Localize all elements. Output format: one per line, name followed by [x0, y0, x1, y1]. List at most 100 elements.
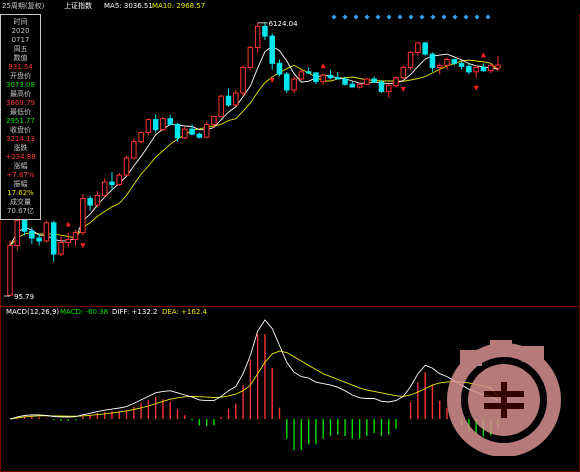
candle-body [458, 62, 465, 67]
year-value: 2020 [11, 27, 30, 35]
close-label: 收盘价 [10, 126, 31, 134]
candle-body [58, 241, 64, 255]
high-label: 最高价 [10, 90, 31, 98]
volume-value: 70.67亿 [6, 207, 35, 215]
candle-body [480, 66, 487, 72]
high-label: 6124.04 [269, 20, 298, 28]
change-pct-value: +7.87% [6, 171, 35, 179]
candle-body [14, 220, 21, 247]
change-label: 涨跌 [13, 144, 28, 152]
candle-body [327, 74, 334, 79]
value-value: 931.54 [8, 63, 33, 71]
low-label: 95.79 [14, 293, 34, 301]
candle-body [473, 66, 479, 73]
ma10-readout: MA10: 2968.57 [152, 2, 206, 10]
time-label: 时间 [13, 18, 28, 26]
candle-body [131, 141, 137, 159]
period-label[interactable]: 25周期(复权) [2, 2, 44, 11]
candle-body [72, 232, 79, 240]
signal-diamond-marker [397, 14, 403, 20]
signal-diamond-marker [364, 14, 370, 20]
candle-body [101, 181, 108, 196]
candle-body [211, 115, 217, 125]
candle-body [415, 42, 421, 53]
sell-signal-arrow [65, 221, 71, 227]
signal-diamond-marker [441, 14, 447, 20]
candle-body [262, 25, 268, 37]
candle-body [145, 119, 152, 133]
buy-signal-arrow [80, 243, 86, 249]
candle-body [385, 85, 392, 92]
candle-body [196, 133, 203, 138]
signal-diamond-marker [375, 14, 381, 20]
candle-body [218, 95, 224, 117]
candle-body [342, 78, 348, 85]
macd-title: MACD(12,26,9) [6, 308, 60, 316]
candle-body [203, 123, 210, 138]
candle-body [487, 64, 494, 72]
candle-body [123, 157, 130, 176]
candle-body [284, 73, 290, 91]
candle-body [436, 64, 443, 68]
candle-body [393, 77, 399, 87]
sell-signal-arrow [320, 63, 326, 69]
signal-diamond-marker [386, 14, 392, 20]
signal-diamond-marker [463, 14, 469, 20]
open-label: 开盘价 [10, 72, 31, 80]
candle-body [233, 92, 239, 106]
signal-diamond-marker [419, 14, 425, 20]
low-label: 最低价 [10, 108, 31, 116]
candle-body [444, 58, 450, 66]
candle-body [94, 194, 101, 206]
candle-body [7, 245, 13, 296]
buy-signal-arrow [400, 86, 406, 92]
candle-body [320, 74, 326, 83]
candle-body [378, 81, 385, 92]
weekday-value: 周五 [13, 45, 28, 53]
candle-body [152, 119, 159, 131]
candle-body [65, 238, 72, 243]
volume-label: 成交量 [10, 198, 31, 206]
close-value: 3214.13 [6, 135, 35, 143]
candle-body [50, 222, 57, 255]
candle-body [429, 53, 436, 68]
candle-body [407, 51, 414, 68]
buy-signal-arrow [269, 77, 275, 83]
candle-body [109, 181, 115, 186]
candle-body [254, 25, 261, 49]
change-pct-label: 涨幅 [13, 162, 28, 170]
amplitude-value: 17.62% [7, 189, 34, 197]
chart-header: 25周期(复权) 上证指数 MA5: 3036.51 MA10: 2968.57 [0, 0, 580, 14]
candle-body [182, 128, 188, 139]
diff-value: DIFF: +132.2 [112, 308, 158, 316]
candle-body [240, 66, 246, 94]
candle-body [189, 128, 195, 135]
signal-diamond-marker [430, 14, 436, 20]
open-value: 3073.08 [6, 81, 35, 89]
index-name: 上证指数 [64, 2, 92, 10]
buy-signal-arrow [473, 85, 479, 91]
signal-diamond-marker [474, 14, 480, 20]
candle-body [305, 71, 312, 74]
candle-body [400, 66, 407, 79]
candle-body [422, 42, 428, 55]
amplitude-label: 振幅 [13, 180, 28, 188]
date-value: 0717 [11, 36, 30, 44]
value-label: 数值 [13, 54, 28, 62]
info-panel: 时间 2020 0717 周五 数值 931.54 开盘价 3073.08 最高… [0, 14, 41, 220]
candle-body [160, 118, 166, 131]
candle-body [276, 62, 283, 75]
candle-body [225, 95, 232, 106]
chart-window: 6124.04 95.79 25周期(复权) 上证指数 MA5: 3036.51 … [0, 0, 580, 472]
high-value: 3669.79 [6, 99, 35, 107]
signal-diamond-marker [331, 14, 337, 20]
candle-body [451, 58, 458, 64]
candle-body [466, 65, 472, 73]
signal-diamond-marker [408, 14, 414, 20]
candle-body [356, 83, 363, 88]
candle-body [36, 237, 42, 242]
candle-body [247, 47, 254, 68]
candle-body [87, 198, 93, 206]
candle-body [291, 78, 297, 91]
signal-diamond-marker [342, 14, 348, 20]
